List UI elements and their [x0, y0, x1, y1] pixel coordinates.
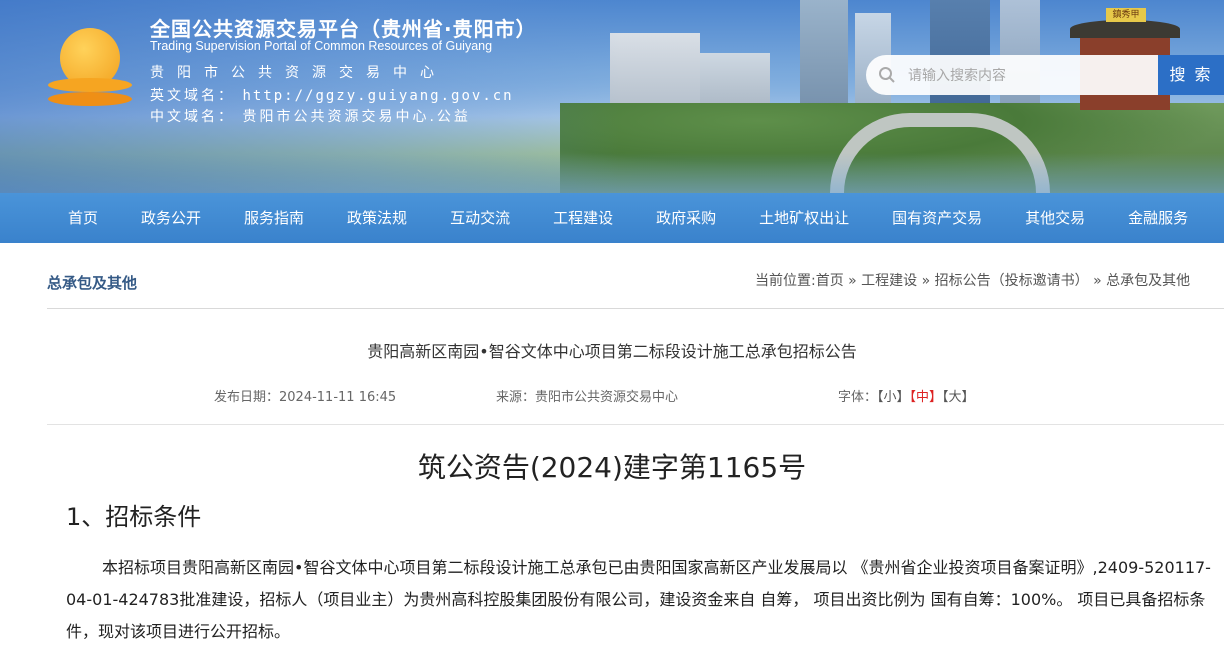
search-box [866, 55, 1158, 95]
en-domain-line: 英文域名： http://ggzy.guiyang.gov.cn [150, 85, 514, 105]
date-label: 发布日期： [214, 390, 280, 405]
nav-home[interactable]: 首页 [68, 193, 98, 243]
site-title: 全国公共资源交易平台（贵州省·贵阳市） [150, 17, 537, 41]
search-icon [879, 67, 895, 83]
date-value: 2024-11-11 16:45 [279, 390, 397, 405]
search-button[interactable]: 搜 索 [1158, 55, 1224, 95]
cn-domain-line: 中文域名： 贵阳市公共资源交易中心.公益 [150, 106, 471, 126]
section-header: 总承包及其他 当前位置:首页 » 工程建设 » 招标公告（投标邀请书） » 总承… [47, 258, 1224, 309]
article-title: 贵阳高新区南园•智谷文体中心项目第二标段设计施工总承包招标公告 [367, 342, 857, 361]
section1-body: 本招标项目贵阳高新区南园•智谷文体中心项目第二标段设计施工总承包已由贵阳国家高新… [66, 558, 1211, 641]
font-small-button[interactable]: 【小】 [877, 390, 910, 405]
en-domain-label: 英文域名： [150, 88, 235, 104]
nav-engineering[interactable]: 工程建设 [553, 193, 613, 243]
breadcrumb[interactable]: 当前位置:首页 » 工程建设 » 招标公告（投标邀请书） » 总承包及其他 [755, 270, 1190, 290]
nav-state-assets[interactable]: 国有资产交易 [892, 193, 982, 243]
source-value: 贵阳市公共资源交易中心 [535, 390, 679, 405]
font-medium-button[interactable]: 【中】 [910, 390, 943, 405]
nav-financial-services[interactable]: 金融服务 [1128, 193, 1188, 243]
section-title: 总承包及其他 [47, 274, 138, 292]
nav-government-affairs[interactable]: 政务公开 [141, 193, 201, 243]
cn-domain[interactable]: 贵阳市公共资源交易中心.公益 [242, 109, 470, 125]
publish-date: 发布日期：2024-11-11 16:45 [214, 386, 396, 405]
en-domain[interactable]: http://ggzy.guiyang.gov.cn [242, 88, 513, 104]
document-number: 筑公资告(2024)建字第1165号 [417, 451, 807, 484]
site-logo[interactable] [48, 26, 132, 110]
article-source: 来源：贵阳市公共资源交易中心 [496, 386, 678, 405]
nav-procurement[interactable]: 政府采购 [656, 193, 716, 243]
nav-land-mining[interactable]: 土地矿权出让 [759, 193, 849, 243]
cn-domain-label: 中文域名： [150, 109, 235, 125]
org-name: 贵阳市公共资源交易中心 [150, 65, 447, 81]
nav-service-guide[interactable]: 服务指南 [244, 193, 304, 243]
divider [47, 424, 1224, 425]
font-large-button[interactable]: 【大】 [942, 390, 975, 405]
source-label: 来源： [496, 390, 536, 405]
nav-interaction[interactable]: 互动交流 [450, 193, 510, 243]
font-size-switcher: 字体：【小】【中】【大】 [838, 386, 975, 405]
nav-other-trades[interactable]: 其他交易 [1025, 193, 1085, 243]
nav-policies[interactable]: 政策法规 [347, 193, 407, 243]
section1-heading: 1、招标条件 [66, 503, 202, 531]
pavilion-sign: 鎮秀甲 [1106, 8, 1146, 22]
header-banner: 鎮秀甲 全国公共资源交易平台（贵州省·贵阳市） Trading Supervis… [0, 0, 1224, 193]
search-input[interactable] [906, 63, 1150, 89]
site-subtitle-en: Trading Supervision Portal of Common Res… [150, 39, 493, 53]
main-nav: 首页 政务公开 服务指南 政策法规 互动交流 工程建设 政府采购 土地矿权出让 … [0, 193, 1224, 243]
font-label: 字体： [838, 390, 878, 405]
